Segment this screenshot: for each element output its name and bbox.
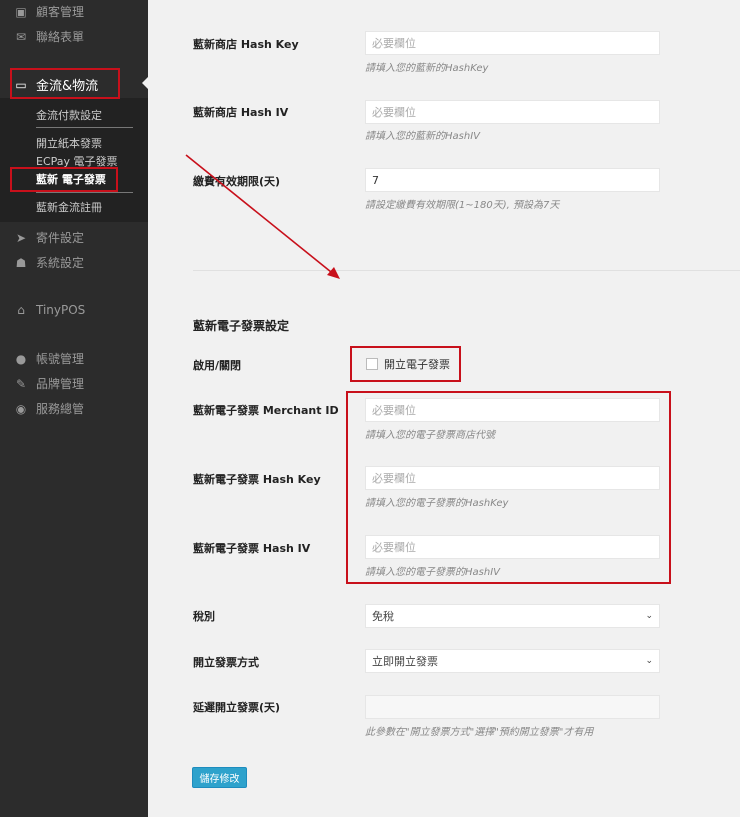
annotation-arrow — [185, 154, 340, 279]
